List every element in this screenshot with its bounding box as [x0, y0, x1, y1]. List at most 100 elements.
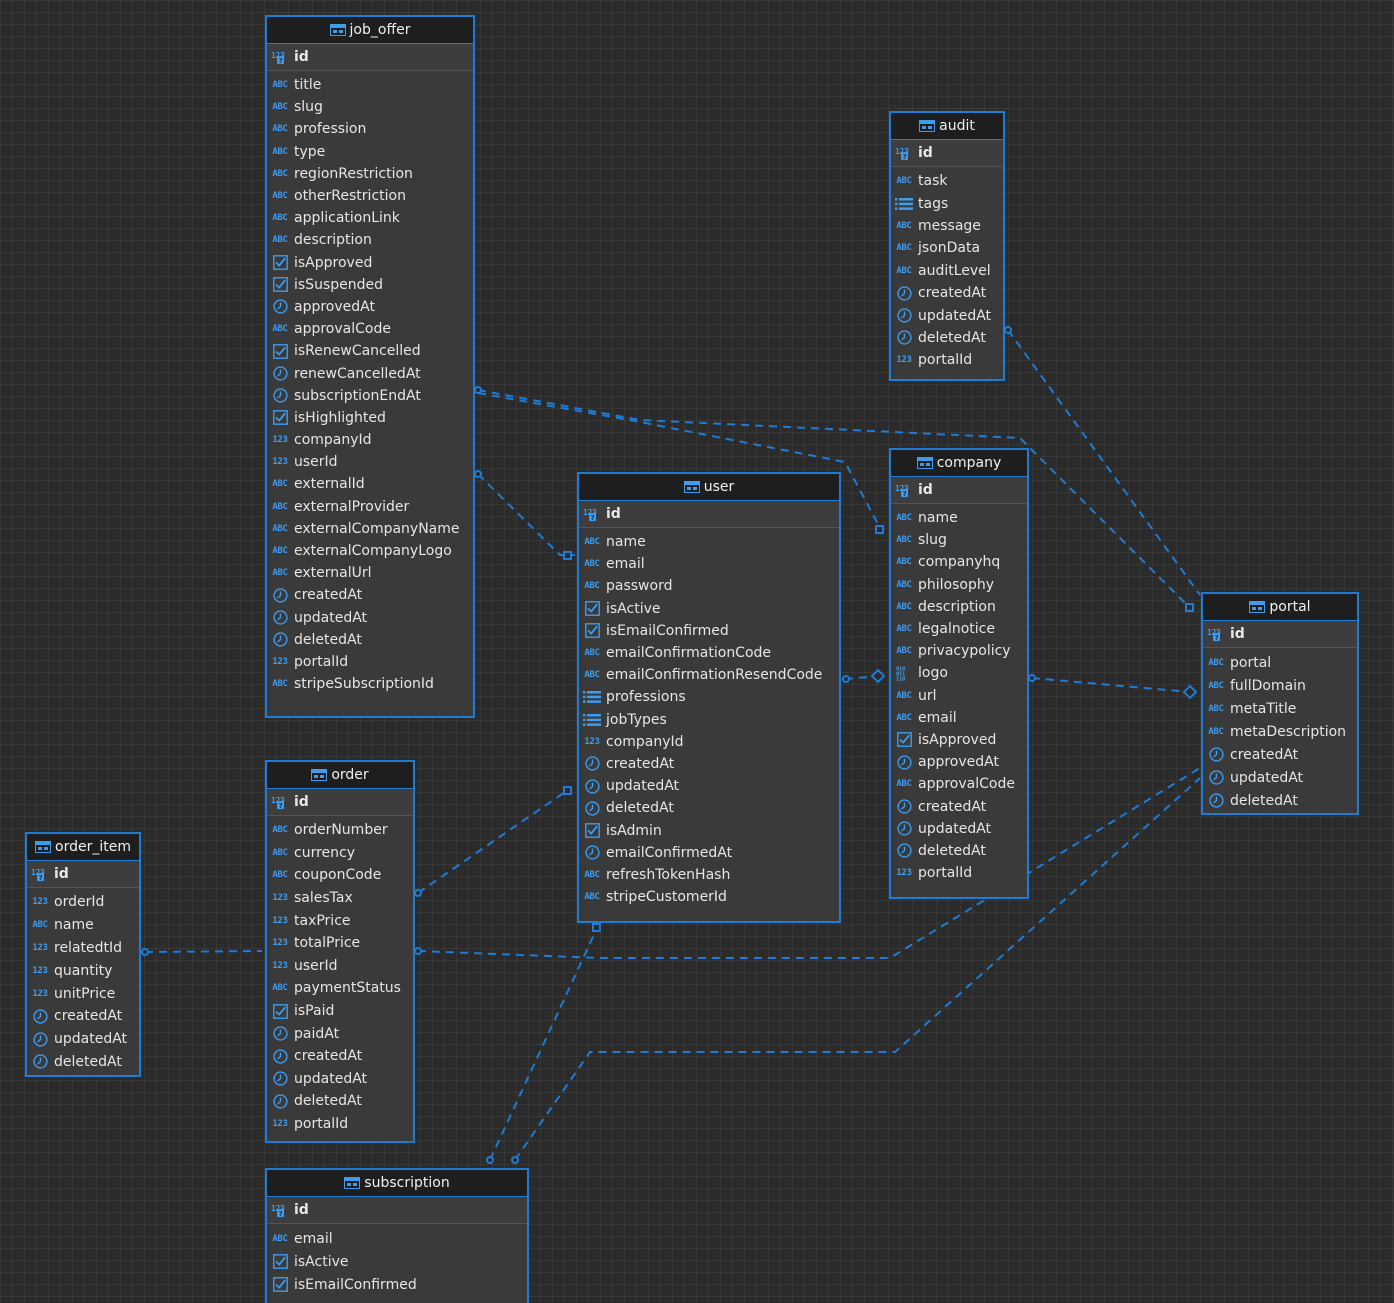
column-row[interactable]: createdAt [1203, 743, 1357, 766]
column-row[interactable]: updatedAt [579, 775, 839, 797]
column-row[interactable]: 123 orderId [27, 891, 139, 914]
column-row[interactable]: ABC paymentStatus [267, 977, 413, 1000]
pk-row[interactable]: 123? id [267, 1197, 527, 1224]
relation-orderitem-order[interactable] [144, 950, 263, 953]
column-row[interactable]: ABC email [267, 1227, 527, 1250]
entity-header[interactable]: subscription [267, 1170, 527, 1197]
entity-header[interactable]: company [891, 450, 1027, 477]
column-row[interactable]: isAdmin [579, 819, 839, 841]
column-row[interactable]: ABC emailConfirmationCode [579, 642, 839, 664]
column-row[interactable]: 123 totalPrice [267, 932, 413, 955]
column-row[interactable]: ABC applicationLink [267, 207, 473, 229]
column-row[interactable]: ABC url [891, 685, 1027, 707]
relation-company-portal[interactable] [1031, 677, 1191, 693]
column-row[interactable]: 123 relatedtId [27, 937, 139, 960]
entity-header[interactable]: order [267, 762, 413, 789]
column-row[interactable]: ABC slug [891, 529, 1027, 551]
column-row[interactable]: ABC refreshTokenHash [579, 864, 839, 886]
column-row[interactable]: 123 quantity [27, 959, 139, 982]
column-row[interactable]: ABC approvalCode [267, 318, 473, 340]
column-row[interactable]: isActive [267, 1250, 527, 1273]
column-row[interactable]: 123 portalId [267, 1113, 413, 1136]
column-row[interactable]: ABC type [267, 141, 473, 163]
column-row[interactable]: createdAt [267, 1045, 413, 1068]
column-row[interactable]: emailConfirmedAt [579, 842, 839, 864]
pk-row[interactable]: 123? id [579, 501, 839, 528]
entity-portal[interactable]: portal 123? id ABC portal ABC fullDomain ABC m… [1201, 592, 1359, 815]
column-row[interactable]: ABC slug [267, 96, 473, 118]
column-row[interactable]: ABC orderNumber [267, 819, 413, 842]
column-row[interactable]: ABC legalnotice [891, 618, 1027, 640]
column-row[interactable]: ABC task [891, 170, 1003, 192]
column-row[interactable]: ABC currency [267, 842, 413, 865]
column-row[interactable]: paidAt [267, 1022, 413, 1045]
entity-audit[interactable]: audit 123? id ABC task tags ABC message ABC jso… [889, 111, 1005, 381]
column-row[interactable]: ABC message [891, 215, 1003, 237]
column-row[interactable]: createdAt [891, 795, 1027, 817]
relation-subscription-user[interactable] [489, 925, 599, 1161]
pk-row[interactable]: 123? id [891, 140, 1003, 167]
column-row[interactable]: ABC regionRestriction [267, 163, 473, 185]
relation-user-company[interactable] [844, 675, 881, 680]
column-row[interactable]: deletedAt [1203, 789, 1357, 812]
column-row[interactable]: ABC externalUrl [267, 562, 473, 584]
entity-user[interactable]: user 123? id ABC name ABC email ABC password is… [577, 472, 841, 923]
column-row[interactable]: isEmailConfirmed [267, 1273, 527, 1296]
column-row[interactable]: 123 userId [267, 451, 473, 473]
column-row[interactable]: ABC externalId [267, 473, 473, 495]
column-row[interactable]: updatedAt [891, 304, 1003, 326]
column-row[interactable]: ABC email [579, 553, 839, 575]
column-row[interactable]: updatedAt [1203, 766, 1357, 789]
column-row[interactable]: isPaid [267, 1000, 413, 1023]
column-row[interactable]: ABC metaDescription [1203, 720, 1357, 743]
column-row[interactable]: ABC otherRestriction [267, 185, 473, 207]
column-row[interactable]: 123 userId [267, 955, 413, 978]
entity-subscription[interactable]: subscription 123? id ABC email isActive isEm… [265, 1168, 529, 1303]
entity-header[interactable]: user [579, 474, 839, 501]
column-row[interactable]: 123 companyId [267, 429, 473, 451]
column-row[interactable]: 123 salesTax [267, 887, 413, 910]
column-row[interactable]: deletedAt [267, 1090, 413, 1113]
column-row[interactable]: ABC profession [267, 118, 473, 140]
column-row[interactable]: updatedAt [27, 1028, 139, 1051]
column-row[interactable]: ABC emailConfirmationResendCode [579, 664, 839, 686]
pk-row[interactable]: 123? id [891, 477, 1027, 504]
column-row[interactable]: createdAt [891, 282, 1003, 304]
column-row[interactable]: ABC externalCompanyLogo [267, 540, 473, 562]
pk-row[interactable]: 123? id [267, 789, 413, 816]
column-row[interactable]: updatedAt [891, 818, 1027, 840]
column-row[interactable]: ABC externalProvider [267, 496, 473, 518]
column-row[interactable]: 123 portalId [267, 651, 473, 673]
column-row[interactable]: deletedAt [579, 797, 839, 819]
entity-order_item[interactable]: order_item 123? id 123 orderId ABC name 123 re… [25, 832, 141, 1077]
entity-header[interactable]: audit [891, 113, 1003, 140]
column-row[interactable]: isActive [579, 598, 839, 620]
column-row[interactable]: isApproved [891, 729, 1027, 751]
column-row[interactable]: renewCancelledAt [267, 362, 473, 384]
pk-row[interactable]: 123? id [267, 44, 473, 71]
column-row[interactable]: ABC description [891, 596, 1027, 618]
relation-order-user[interactable] [417, 789, 569, 894]
column-row[interactable]: isRenewCancelled [267, 340, 473, 362]
column-row[interactable]: subscriptionEndAt [267, 385, 473, 407]
column-row[interactable]: createdAt [579, 753, 839, 775]
column-row[interactable]: createdAt [267, 584, 473, 606]
column-row[interactable]: isApproved [267, 252, 473, 274]
column-row[interactable]: jobTypes [579, 709, 839, 731]
column-row[interactable]: ABC companyhq [891, 551, 1027, 573]
column-row[interactable]: 123 taxPrice [267, 909, 413, 932]
column-row[interactable]: ABC title [267, 74, 473, 96]
entity-header[interactable]: order_item [27, 834, 139, 861]
entity-job_offer[interactable]: job_offer 123? id ABC title ABC slug ABC profe… [265, 15, 475, 718]
column-row[interactable]: ABC name [579, 531, 839, 553]
column-row[interactable]: isEmailConfirmed [579, 620, 839, 642]
column-row[interactable]: ABC description [267, 229, 473, 251]
column-row[interactable]: approvedAt [891, 751, 1027, 773]
column-row[interactable]: professions [579, 686, 839, 708]
column-row[interactable]: deletedAt [267, 629, 473, 651]
column-row[interactable]: ABC name [891, 507, 1027, 529]
column-row[interactable]: ABC philosophy [891, 574, 1027, 596]
column-row[interactable]: ABC fullDomain [1203, 674, 1357, 697]
column-row[interactable]: 010 011 110 logo [891, 662, 1027, 684]
column-row[interactable]: ABC externalCompanyName [267, 518, 473, 540]
